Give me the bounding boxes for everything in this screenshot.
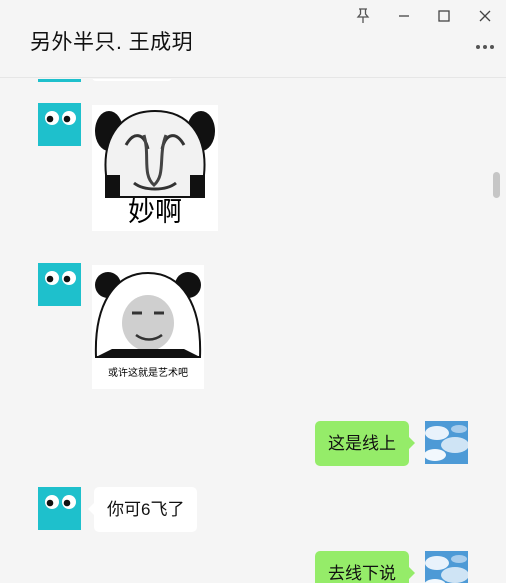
incoming-message[interactable]: 你可6飞了 [87, 487, 198, 532]
sticker-caption: 或许这就是艺术吧 [108, 368, 188, 379]
avatar[interactable] [38, 487, 81, 530]
avatar-eyes-icon [45, 271, 76, 285]
chat-window: 另外半只. 王成玥 妙啊 或许这就是艺术吧 这是线上 你可6飞了 去线下说 [0, 0, 506, 583]
outgoing-message[interactable]: 这是线上 [315, 421, 415, 466]
panda-meme-icon [94, 271, 202, 358]
sticker-message[interactable]: 或许这就是艺术吧 [92, 265, 204, 389]
more-icon[interactable] [474, 36, 496, 58]
maximize-icon[interactable] [432, 4, 456, 28]
minimize-icon[interactable] [392, 4, 416, 28]
avatar[interactable] [425, 421, 468, 464]
avatar-eyes-icon [45, 495, 76, 509]
message-list[interactable]: 妙啊 或许这就是艺术吧 这是线上 你可6飞了 去线下说 [0, 79, 506, 583]
sticker-message[interactable]: 妙啊 [92, 105, 218, 231]
outgoing-message[interactable]: 去线下说 [315, 551, 415, 583]
message-bubble-partial [92, 79, 172, 81]
avatar[interactable] [38, 263, 81, 306]
close-icon[interactable] [473, 4, 497, 28]
pin-icon[interactable] [351, 4, 375, 28]
title-bar: 另外半只. 王成玥 [0, 0, 506, 78]
sticker-caption: 妙啊 [128, 197, 182, 228]
avatar[interactable] [425, 551, 468, 583]
avatar[interactable] [38, 79, 81, 82]
sky-avatar-icon [425, 551, 468, 583]
sky-avatar-icon [425, 421, 468, 464]
avatar-eyes-icon [45, 111, 76, 125]
chat-title: 另外半只. 王成玥 [30, 31, 194, 54]
avatar[interactable] [38, 103, 81, 146]
scrollbar-thumb[interactable] [493, 172, 500, 198]
